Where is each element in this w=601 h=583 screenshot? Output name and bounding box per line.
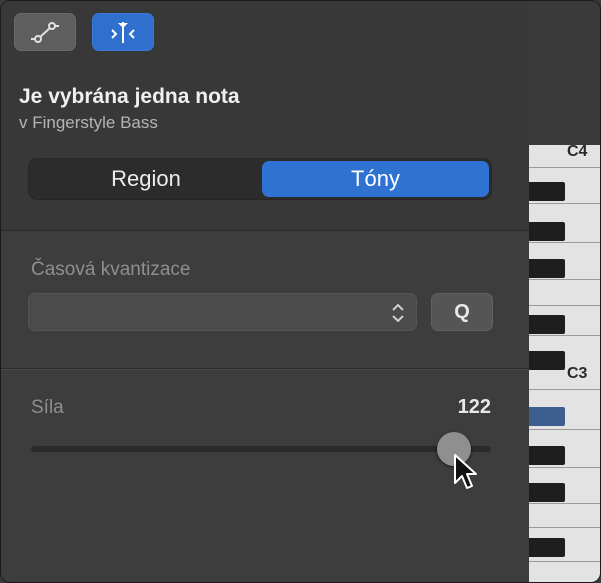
region-notes-segmented-control: Region Tóny bbox=[28, 158, 492, 200]
white-key-divider bbox=[529, 242, 600, 243]
inspector-header: Je vybrána jedna nota v Fingerstyle Bass… bbox=[1, 1, 529, 231]
black-key[interactable] bbox=[529, 182, 565, 201]
quantize-align-button[interactable] bbox=[92, 13, 154, 51]
key-label-c3: C3 bbox=[567, 365, 588, 382]
mouse-pointer-icon bbox=[454, 454, 477, 489]
velocity-slider-track[interactable] bbox=[31, 446, 491, 452]
black-key[interactable] bbox=[529, 538, 565, 557]
white-key-divider bbox=[529, 389, 600, 390]
black-key[interactable] bbox=[529, 351, 565, 370]
automation-button[interactable] bbox=[14, 13, 76, 51]
key-label-c4: C4 bbox=[567, 143, 588, 160]
quantize-button[interactable]: Q bbox=[431, 293, 493, 331]
white-key-divider bbox=[529, 305, 600, 306]
black-key[interactable] bbox=[529, 446, 565, 465]
white-key-divider bbox=[529, 503, 600, 504]
white-key-divider bbox=[529, 335, 600, 336]
section-divider bbox=[1, 368, 529, 370]
white-key-divider bbox=[529, 203, 600, 204]
black-key[interactable] bbox=[529, 483, 565, 502]
white-key-divider bbox=[529, 429, 600, 430]
tab-region[interactable]: Region bbox=[31, 161, 261, 197]
selection-subtitle: v Fingerstyle Bass bbox=[19, 113, 158, 132]
chevron-up-down-icon bbox=[392, 303, 404, 323]
quantize-align-icon bbox=[111, 22, 135, 43]
white-key-divider bbox=[529, 167, 600, 168]
black-key[interactable] bbox=[529, 259, 565, 278]
inspector-window: Je vybrána jedna nota v Fingerstyle Bass… bbox=[0, 0, 601, 583]
selection-title: Je vybrána jedna nota bbox=[19, 85, 240, 108]
black-key[interactable] bbox=[529, 315, 565, 334]
time-quantize-label: Časová kvantizace bbox=[31, 259, 191, 280]
black-key-selected[interactable] bbox=[529, 407, 565, 426]
white-key-divider bbox=[529, 527, 600, 528]
white-key-divider bbox=[529, 467, 600, 468]
automation-curve-icon bbox=[31, 22, 59, 43]
white-key-divider bbox=[529, 279, 600, 280]
piano-keys: C4 C3 bbox=[529, 143, 600, 582]
white-key-divider bbox=[529, 561, 600, 562]
velocity-value: 122 bbox=[457, 396, 491, 418]
time-quantize-select[interactable] bbox=[28, 293, 417, 331]
velocity-label: Síla bbox=[31, 397, 64, 418]
piano-keyboard: C4 C3 bbox=[529, 1, 600, 582]
tab-notes[interactable]: Tóny bbox=[262, 161, 489, 197]
black-key[interactable] bbox=[529, 222, 565, 241]
